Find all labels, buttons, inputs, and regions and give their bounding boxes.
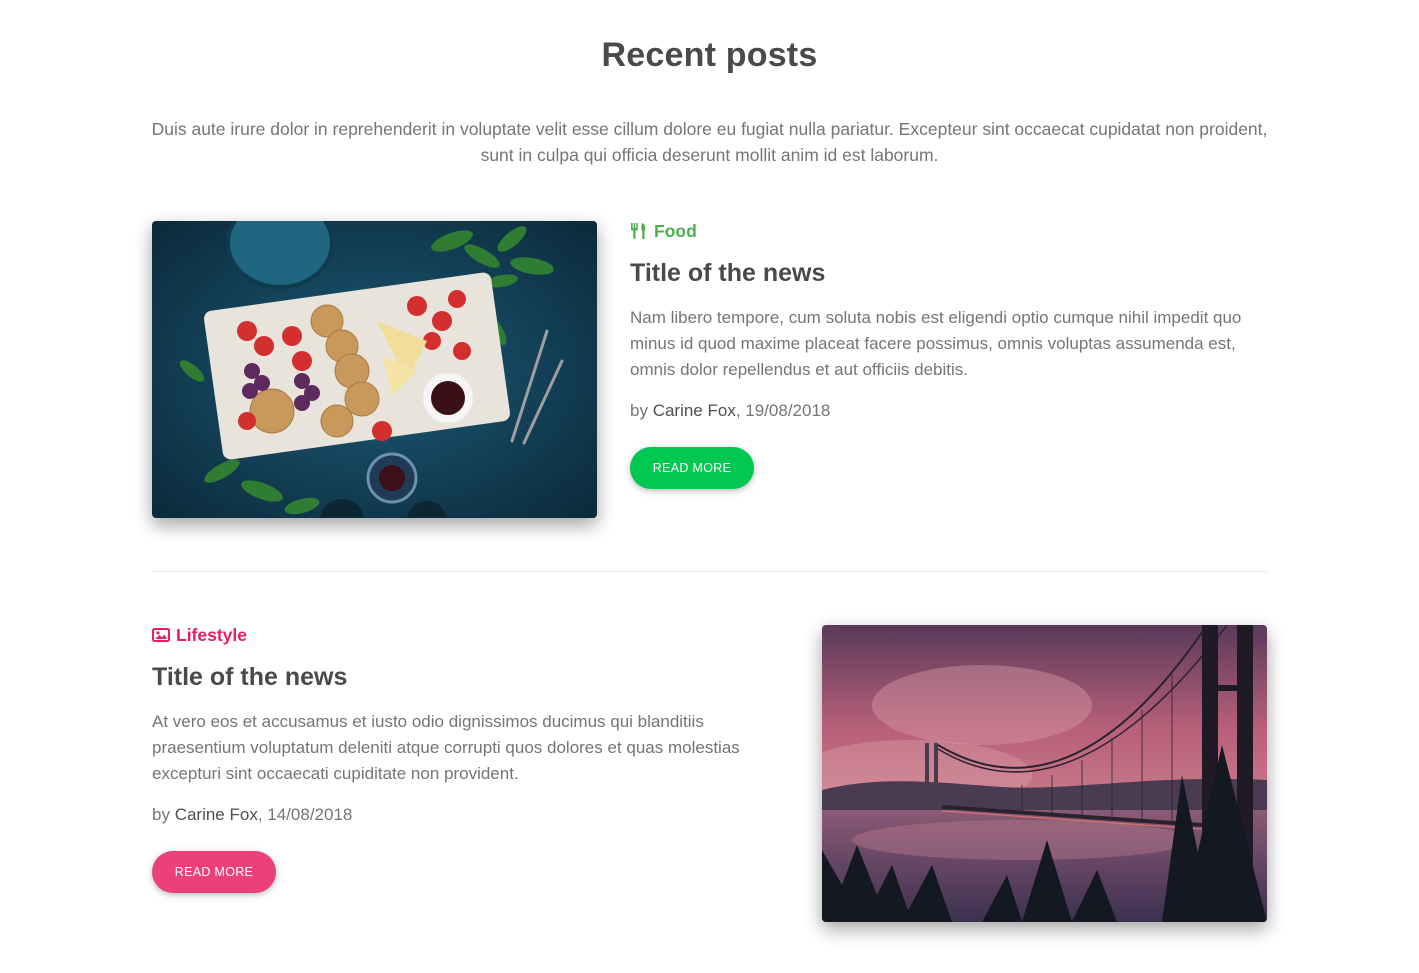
post-image-food[interactable] [152, 221, 597, 518]
post-meta: by Carine Fox, 19/08/2018 [630, 401, 1267, 421]
post-divider [152, 571, 1267, 572]
post-date: , 14/08/2018 [257, 805, 353, 824]
post-excerpt: Nam libero tempore, cum soluta nobis est… [630, 308, 1242, 379]
category-label: Food [654, 220, 697, 241]
read-more-button[interactable]: READ MORE [152, 851, 276, 893]
post-card: Food Title of the news Nam libero tempor… [152, 221, 1267, 521]
post-body: Lifestyle Title of the news At vero eos … [152, 625, 772, 893]
post-title[interactable]: Title of the news [152, 663, 772, 692]
meta-by: by [152, 805, 175, 824]
post-image-lifestyle[interactable] [822, 625, 1267, 922]
section-lead: Duis aute irure dolor in reprehenderit i… [151, 119, 1268, 165]
post-category[interactable]: Lifestyle [152, 625, 772, 645]
post-date: , 19/08/2018 [735, 401, 831, 420]
post-excerpt: At vero eos et accusamus et iusto odio d… [152, 712, 740, 783]
post-category[interactable]: Food [630, 221, 1267, 241]
category-label: Lifestyle [176, 624, 247, 645]
post-body: Food Title of the news Nam libero tempor… [630, 221, 1267, 489]
image-icon [152, 628, 170, 642]
utensils-icon [631, 223, 646, 239]
food-photo [152, 221, 597, 518]
post-title[interactable]: Title of the news [630, 259, 1267, 288]
post-author[interactable]: Carine Fox [653, 401, 736, 420]
meta-by: by [630, 401, 653, 420]
read-more-button[interactable]: READ MORE [630, 447, 754, 489]
post-meta: by Carine Fox, 14/08/2018 [152, 805, 772, 825]
post-card: Lifestyle Title of the news At vero eos … [152, 625, 1267, 925]
bridge-photo [822, 625, 1267, 922]
section-title: Recent posts [601, 36, 818, 74]
post-author[interactable]: Carine Fox [175, 805, 258, 824]
recent-posts-section: Recent posts Duis aute irure dolor in re… [0, 0, 1419, 973]
